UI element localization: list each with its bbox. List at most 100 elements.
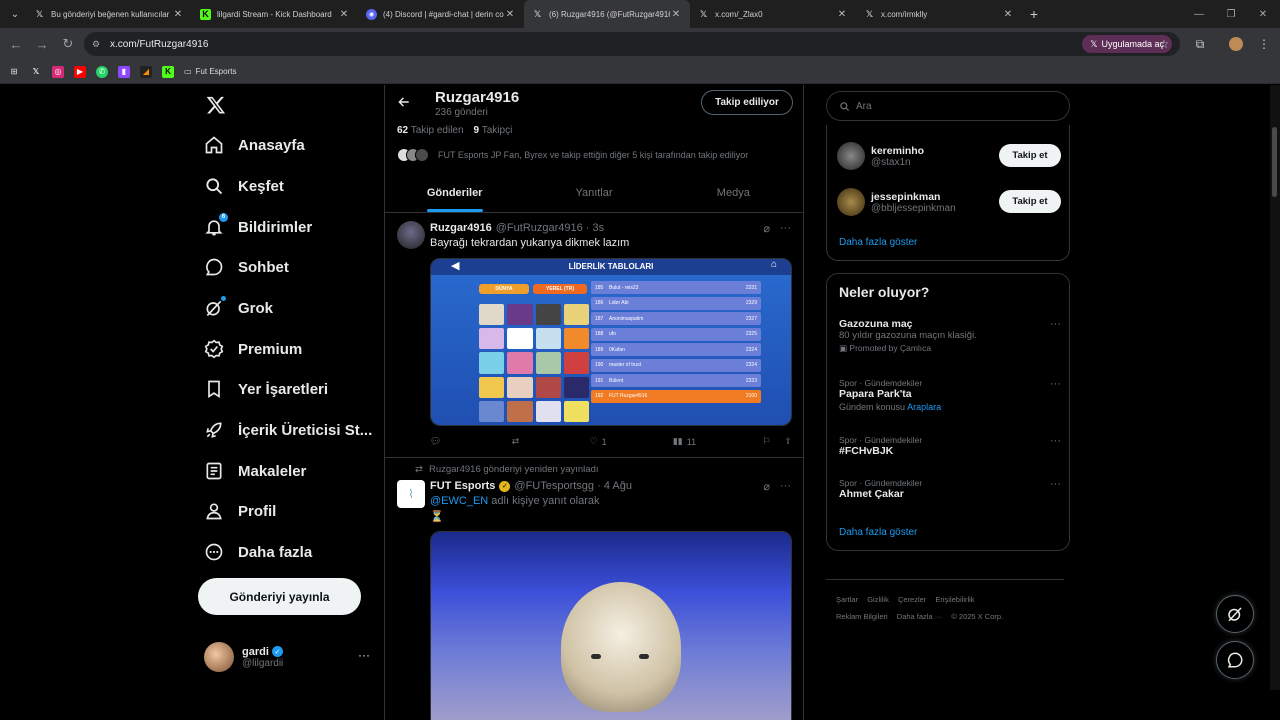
footer-link[interactable]: Erişilebilirlik	[935, 595, 974, 604]
site-info-icon[interactable]: ⚙	[92, 39, 106, 50]
footer-link[interactable]: Gizlilik	[867, 595, 889, 604]
close-icon[interactable]: ✕	[338, 9, 350, 20]
following-button[interactable]: Takip ediliyor	[701, 90, 793, 115]
trend-item[interactable]: Spor · Gündemdekiler Ahmet Çakar ···	[839, 478, 1061, 500]
nav-grok[interactable]: Grok	[204, 292, 273, 324]
footer-link[interactable]: Çerezler	[898, 595, 926, 604]
profile-avatar-icon[interactable]	[1224, 32, 1248, 56]
trend-item[interactable]: Spor · Gündemdekiler Papara Park'ta Günd…	[839, 378, 1061, 412]
more-dots-icon[interactable]: ···	[358, 648, 370, 662]
tab-2[interactable]: ◉ (4) Discord | #gardi-chat | derin co ✕	[358, 0, 524, 28]
follow-button[interactable]: Takip et	[999, 144, 1061, 167]
views-button[interactable]: ▮▮ 11	[673, 436, 696, 447]
followed-by[interactable]: FUT Esports JP Fan, Byrex ve takip ettiğ…	[397, 148, 748, 162]
x-bookmark-icon[interactable]: 𝕏	[30, 66, 42, 78]
footer-link[interactable]: Daha fazla ···	[897, 612, 942, 621]
footer-link[interactable]: Şartlar	[836, 595, 858, 604]
close-icon[interactable]: ✕	[504, 9, 516, 20]
star-icon[interactable]: ☆	[1152, 32, 1176, 56]
tab-search-icon[interactable]: ⌄	[4, 3, 26, 25]
close-icon[interactable]: ✕	[1002, 9, 1014, 20]
reply-to-link[interactable]: @EWC_EN	[430, 495, 488, 507]
tab-1[interactable]: K lilgardi Stream - Kick Dashboard ✕	[192, 0, 358, 28]
tab-5[interactable]: 𝕏 x.com/irmklly ✕	[856, 0, 1022, 28]
reply-button[interactable]: 💬︎	[430, 436, 445, 447]
nav-premium[interactable]: Premium	[204, 333, 302, 365]
tab-0[interactable]: 𝕏 Bu gönderiyi beğenen kullanıcılar ✕	[26, 0, 192, 28]
twitch-icon[interactable]: ▮	[118, 65, 130, 78]
grok-icon[interactable]: ⌀	[763, 480, 770, 493]
close-icon[interactable]: ✕	[172, 9, 184, 20]
show-more-link[interactable]: Daha fazla göster	[839, 237, 917, 248]
footer-link[interactable]: Reklam Bilgileri	[836, 612, 888, 621]
more-dots-icon[interactable]: ···	[780, 222, 791, 235]
tab-media[interactable]: Medya	[664, 173, 803, 212]
tweet-author[interactable]: Ruzgar4916	[430, 222, 492, 234]
tweet-video[interactable]	[430, 531, 792, 720]
tweet-author[interactable]: FUT Esports	[430, 480, 495, 492]
follow-suggestion[interactable]: jessepinkman @bbljessepinkman Takip et	[837, 185, 1061, 219]
page-scrollbar[interactable]	[1270, 85, 1280, 690]
nav-profile[interactable]: Profil	[204, 495, 276, 527]
messages-float-button[interactable]	[1216, 641, 1254, 679]
tweet-image[interactable]: LİDERLİK TABLOLARI ◀ ⌂ DÜNYA YEREL (TR) …	[430, 258, 792, 426]
search-input[interactable]: Ara	[826, 91, 1070, 121]
tab-4[interactable]: 𝕏 x.com/_Zlax0 ✕	[690, 0, 856, 28]
trend-item[interactable]: Gazozuna maç 80 yıldır gazozuna maçın kl…	[839, 318, 1061, 354]
bookmark-folder[interactable]: ▭ Fut Esports	[184, 67, 236, 76]
tab-replies[interactable]: Yanıtlar	[524, 173, 663, 212]
tweet[interactable]: Ruzgar4916 @FutRuzgar4916 · 3s ⌀ ··· Bay…	[385, 213, 803, 458]
new-tab-button[interactable]: +	[1024, 6, 1044, 22]
tweet[interactable]: ⇄ Ruzgar4916 gönderiyi yeniden yayınladı…	[385, 458, 803, 720]
more-dots-icon[interactable]: ···	[1050, 378, 1061, 390]
nav-home[interactable]: Anasayfa	[204, 129, 305, 161]
more-dots-icon[interactable]: ···	[1050, 435, 1061, 447]
nav-creator-studio[interactable]: İçerik Üreticisi St...	[204, 414, 372, 446]
apps-grid-icon[interactable]: ⊞	[8, 66, 20, 78]
avatar[interactable]: ⌇	[397, 480, 425, 508]
scroll-thumb[interactable]	[1272, 127, 1277, 197]
nav-bookmarks[interactable]: Yer İşaretleri	[204, 373, 328, 405]
maximize-button[interactable]: ❐	[1214, 0, 1248, 28]
forward-button[interactable]: →	[30, 32, 54, 56]
more-dots-icon[interactable]: ···	[780, 480, 791, 493]
reload-button[interactable]: ↻	[56, 32, 80, 56]
nav-explore[interactable]: Keşfet	[204, 170, 284, 202]
back-button[interactable]: ←	[4, 32, 28, 56]
more-dots-icon[interactable]: ···	[1050, 478, 1061, 490]
account-switcher[interactable]: gardi ✓ @lilgardii ···	[204, 640, 380, 674]
extensions-icon[interactable]: ⧉	[1188, 32, 1212, 56]
follow-suggestion[interactable]: kereminho @stax1n Takip et	[837, 139, 1061, 173]
post-button[interactable]: Gönderiyi yayınla	[198, 578, 361, 615]
close-icon[interactable]: ✕	[836, 9, 848, 20]
bookmark-app-icon[interactable]: ◢	[140, 65, 152, 78]
grok-float-button[interactable]	[1216, 595, 1254, 633]
minimize-button[interactable]: —	[1182, 0, 1216, 28]
bookmark-icon[interactable]: ⚐	[762, 436, 770, 447]
x-logo-icon[interactable]	[206, 95, 226, 115]
whatsapp-icon[interactable]: ✆	[96, 65, 108, 78]
nav-more[interactable]: Daha fazla	[204, 536, 312, 568]
share-icon[interactable]: ⇪	[784, 436, 792, 447]
youtube-icon[interactable]: ▶	[74, 65, 86, 78]
follow-button[interactable]: Takip et	[999, 190, 1061, 213]
menu-icon[interactable]: ⋮	[1252, 32, 1276, 56]
back-arrow-icon[interactable]	[397, 95, 411, 109]
instagram-icon[interactable]: ◎	[52, 65, 64, 78]
grok-icon[interactable]: ⌀	[763, 222, 770, 235]
tab-3-active[interactable]: 𝕏 (6) Ruzgar4916 (@FutRuzgar4916) ✕	[524, 0, 690, 28]
nav-articles[interactable]: Makaleler	[204, 455, 306, 487]
following-link[interactable]: 62 Takip edilen	[397, 125, 464, 136]
close-icon[interactable]: ✕	[670, 9, 682, 20]
close-window-button[interactable]: ✕	[1246, 0, 1280, 28]
tab-posts[interactable]: Gönderiler	[385, 173, 524, 212]
like-button[interactable]: ♡ 1	[589, 436, 606, 447]
more-dots-icon[interactable]: ···	[1050, 318, 1061, 330]
nav-chat[interactable]: Sohbet	[204, 251, 289, 283]
kick-bookmark-icon[interactable]: K	[162, 65, 174, 78]
show-more-link[interactable]: Daha fazla göster	[839, 527, 917, 538]
followers-link[interactable]: 9 Takipçi	[474, 125, 513, 136]
retweet-button[interactable]: ⇄	[512, 436, 524, 447]
trend-item[interactable]: Spor · Gündemdekiler #FCHvBJK ···	[839, 435, 1061, 457]
url-bar[interactable]: ⚙ x.com/FutRuzgar4916 𝕏 Uygulamada aç	[84, 32, 1180, 56]
